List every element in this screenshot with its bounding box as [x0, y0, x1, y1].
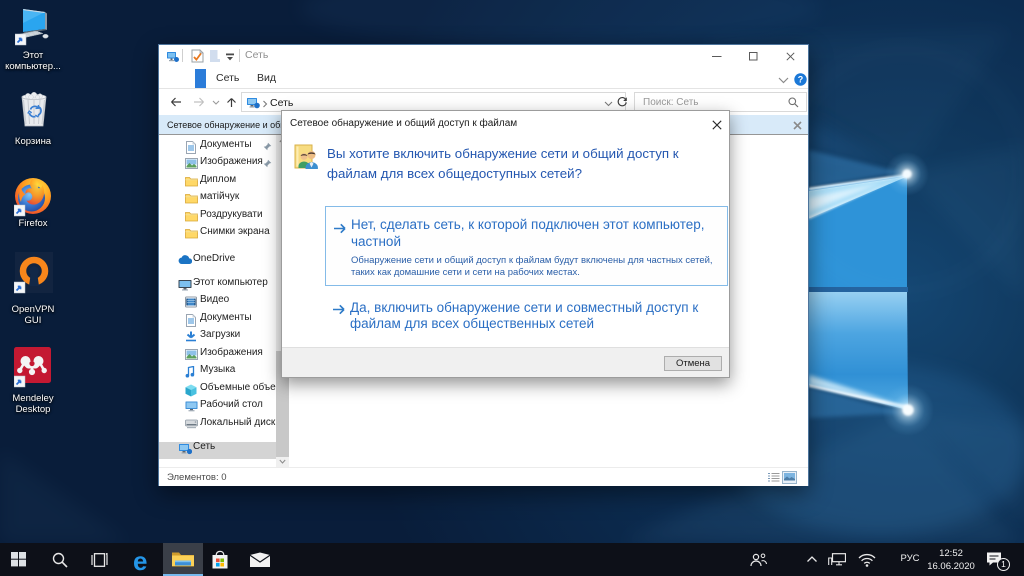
svg-text:?: ? [798, 75, 804, 85]
